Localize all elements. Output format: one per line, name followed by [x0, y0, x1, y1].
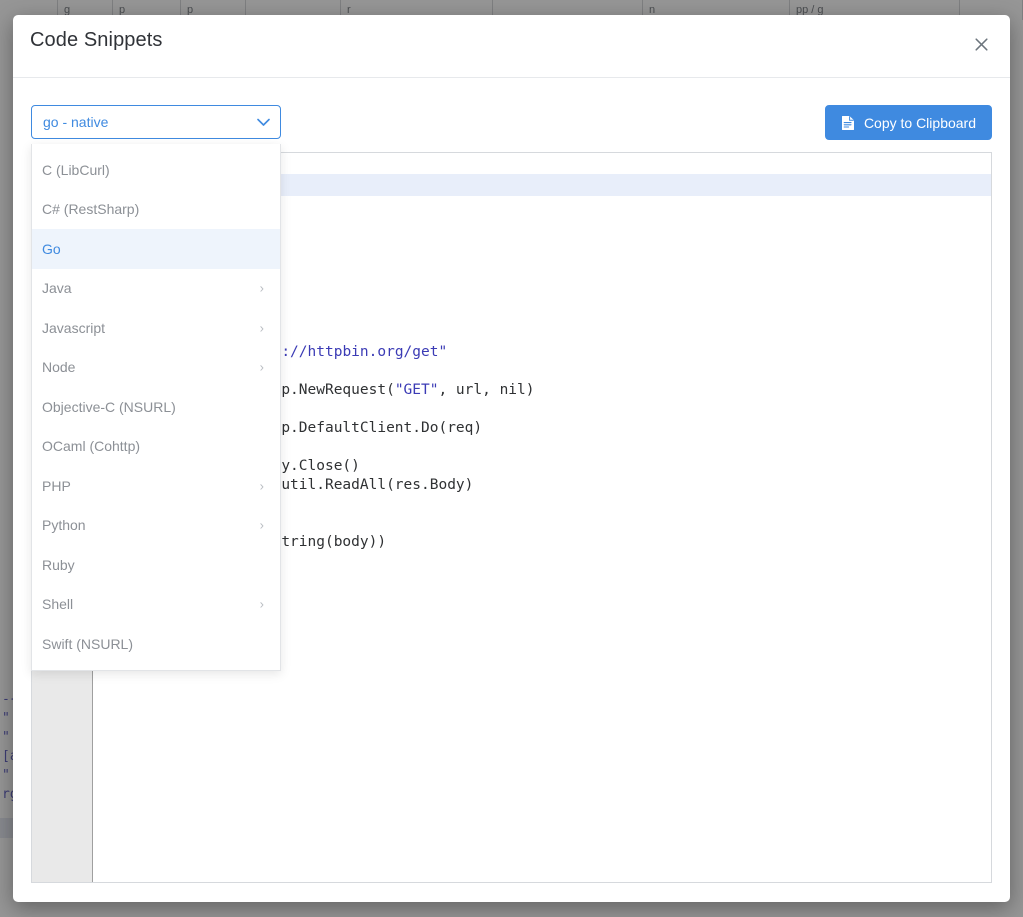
- dropdown-item-go[interactable]: Go: [32, 229, 280, 269]
- dropdown-item-label: Javascript: [42, 320, 105, 336]
- dropdown-item-label: Go: [42, 241, 61, 257]
- dropdown-item-ruby[interactable]: Ruby: [32, 545, 280, 585]
- code-token: "GET": [395, 382, 439, 398]
- code-snippets-modal: Code Snippets go - native: [13, 15, 1010, 902]
- chevron-right-icon: ›: [260, 361, 264, 374]
- chevron-right-icon: ›: [260, 321, 264, 334]
- dropdown-item-javascript[interactable]: Javascript ›: [32, 308, 280, 348]
- dropdown-item-swift-nsurl[interactable]: Swift (NSURL): [32, 624, 280, 664]
- dropdown-item-label: PHP: [42, 478, 71, 494]
- chevron-right-icon: ›: [260, 519, 264, 532]
- chevron-right-icon: ›: [260, 479, 264, 492]
- clipboard-icon: [841, 115, 855, 131]
- chevron-right-icon: ›: [260, 598, 264, 611]
- dropdown-item-label: Node: [42, 359, 75, 375]
- language-dropdown-menu: C (LibCurl)C# (RestSharp)GoJava›Javascri…: [31, 144, 281, 671]
- code-token: , url, nil): [438, 382, 534, 398]
- dropdown-item-python[interactable]: Python ›: [32, 506, 280, 546]
- close-icon[interactable]: [964, 27, 998, 61]
- copy-to-clipboard-label: Copy to Clipboard: [864, 115, 976, 131]
- copy-to-clipboard-button[interactable]: Copy to Clipboard: [825, 105, 992, 140]
- page-title: Code Snippets: [30, 29, 163, 52]
- modal-header: Code Snippets: [13, 15, 1010, 78]
- dropdown-item-label: Ruby: [42, 557, 75, 573]
- dropdown-item-php[interactable]: PHP ›: [32, 466, 280, 506]
- dropdown-item-label: Shell: [42, 596, 73, 612]
- dropdown-item-label: Java: [42, 280, 72, 296]
- dropdown-item-c-restsharp[interactable]: C# (RestSharp): [32, 190, 280, 230]
- dropdown-item-java[interactable]: Java ›: [32, 269, 280, 309]
- language-select-value: go - native: [43, 114, 256, 130]
- dropdown-item-label: Python: [42, 517, 86, 533]
- dropdown-item-label: Swift (NSURL): [42, 636, 133, 652]
- modal-body: go - native Copy to Clipboard: [13, 78, 1010, 902]
- dropdown-item-node[interactable]: Node ›: [32, 348, 280, 388]
- chevron-right-icon: ›: [260, 282, 264, 295]
- dropdown-item-ocaml-cohttp[interactable]: OCaml (Cohttp): [32, 427, 280, 467]
- dropdown-item-objective-c-nsurl[interactable]: Objective-C (NSURL): [32, 387, 280, 427]
- language-select[interactable]: go - native: [31, 105, 281, 139]
- dropdown-item-label: C# (RestSharp): [42, 201, 139, 217]
- dropdown-item-label: Objective-C (NSURL): [42, 399, 176, 415]
- dropdown-item-c-libcurl[interactable]: C (LibCurl): [32, 150, 280, 190]
- dropdown-item-label: OCaml (Cohttp): [42, 438, 140, 454]
- dropdown-item-label: C (LibCurl): [42, 162, 110, 178]
- chevron-down-icon: [256, 115, 270, 129]
- dropdown-item-shell[interactable]: Shell ›: [32, 585, 280, 625]
